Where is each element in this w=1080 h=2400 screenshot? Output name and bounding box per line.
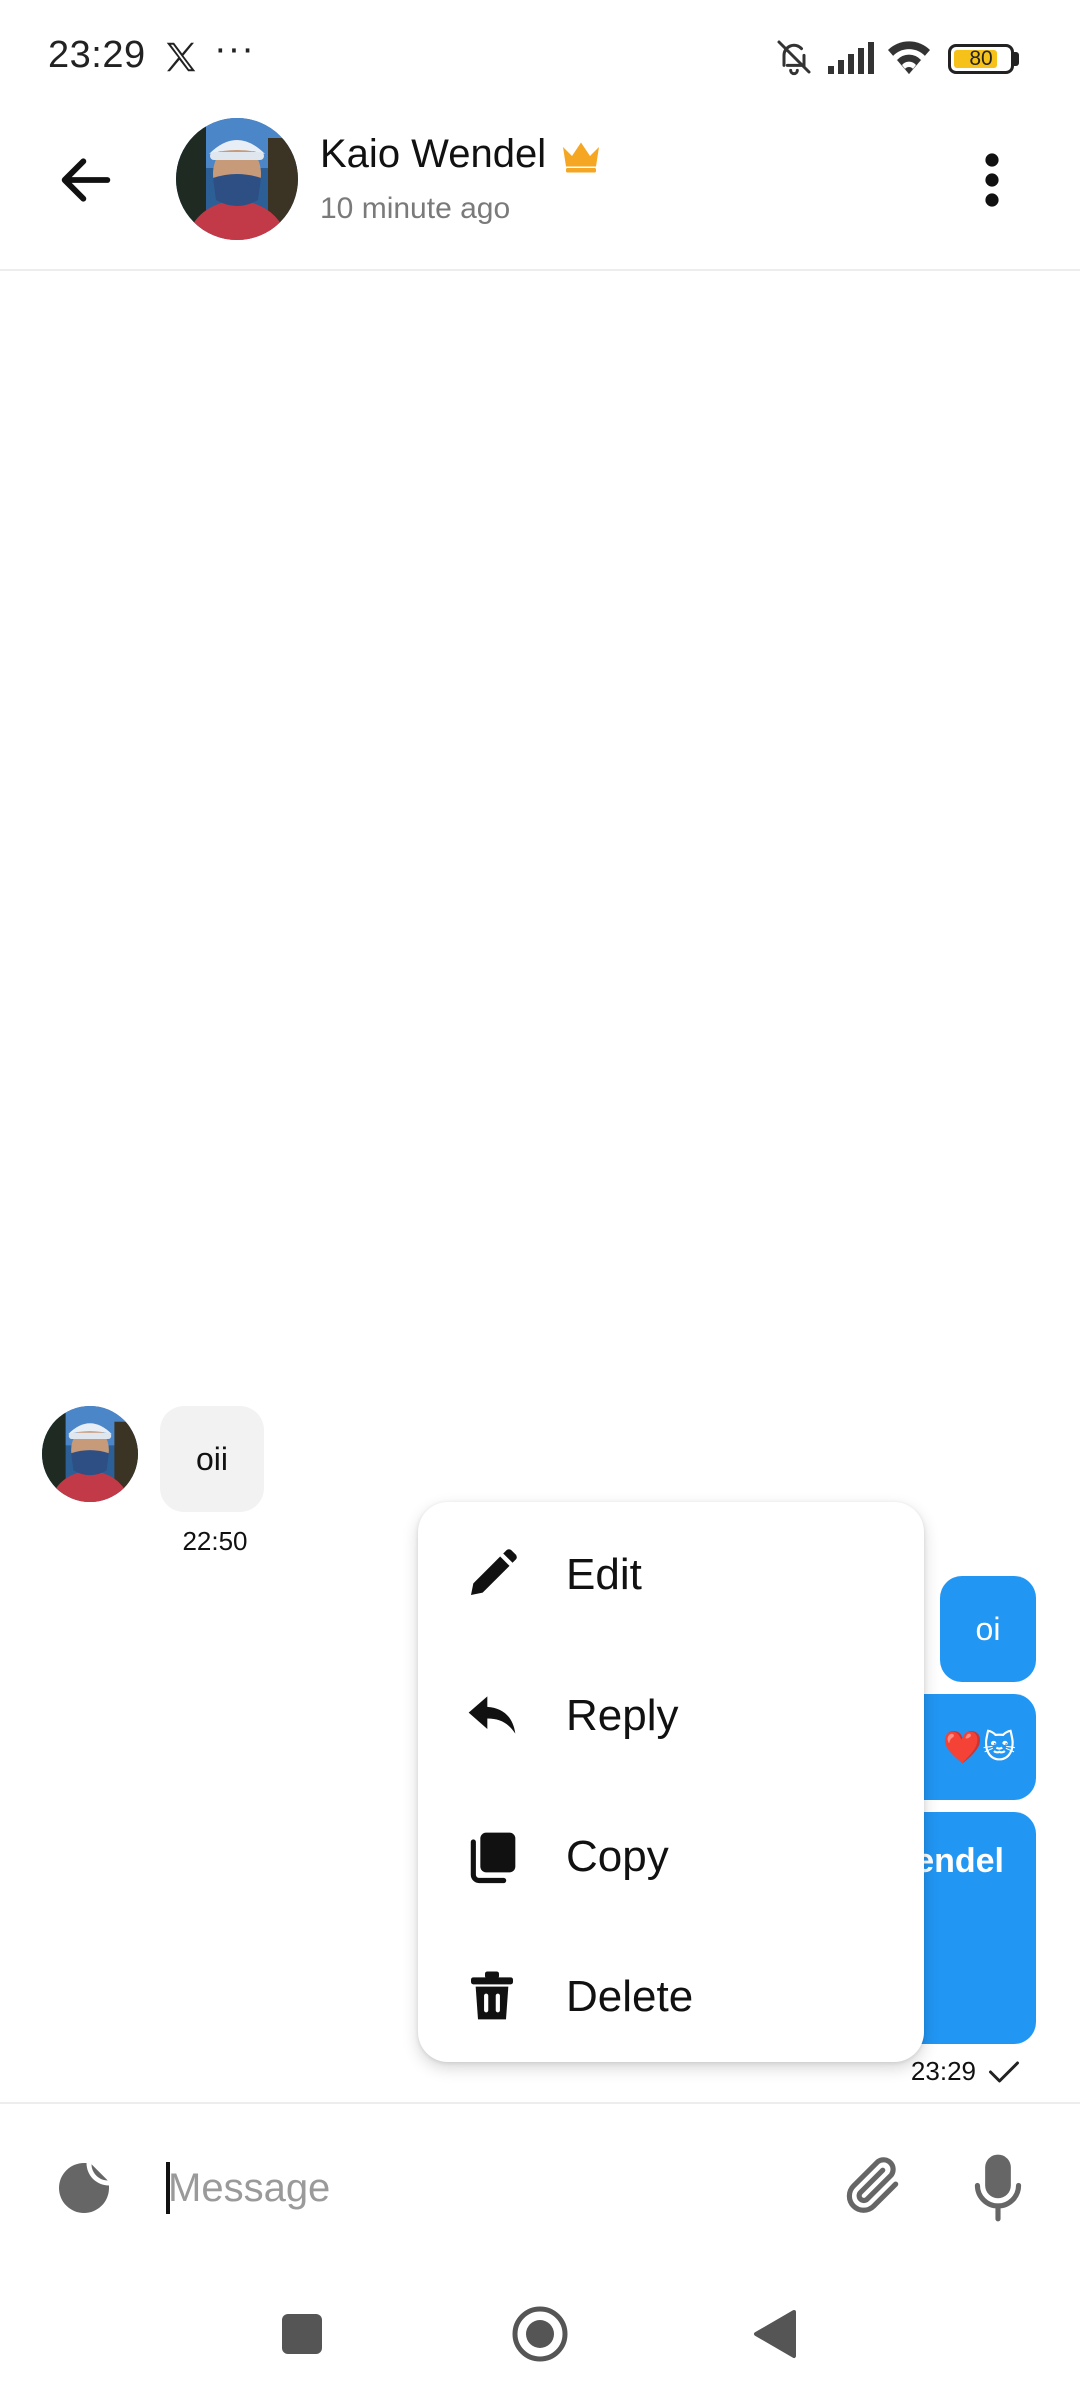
menu-item-label: Delete	[566, 1972, 694, 2021]
battery-percent: 80	[969, 47, 993, 70]
last-seen-status: 10 minute ago	[320, 192, 511, 225]
bell-off-icon	[777, 40, 811, 76]
menu-item-delete[interactable]: Delete	[418, 1926, 924, 2062]
contact-avatar[interactable]	[176, 118, 298, 240]
recents-icon[interactable]	[282, 2314, 322, 2354]
status-time: 23:29	[48, 34, 146, 76]
battery-tip	[1014, 52, 1019, 66]
signal-icon	[828, 42, 874, 74]
text-caret	[166, 2162, 170, 2214]
message-context-menu: Edit Reply Copy Delete	[418, 1502, 924, 2062]
contact-name[interactable]: Kaio Wendel	[320, 132, 546, 177]
header-divider	[0, 269, 1080, 271]
menu-item-copy[interactable]: Copy	[418, 1786, 924, 1926]
outgoing-message-bubble[interactable]: oi	[940, 1576, 1036, 1682]
arrow-left-icon[interactable]	[54, 148, 118, 212]
menu-item-label: Reply	[566, 1691, 679, 1740]
menu-item-edit[interactable]: Edit	[418, 1504, 924, 1644]
sticker-icon[interactable]	[54, 2158, 114, 2218]
more-vertical-icon[interactable]	[972, 150, 1012, 210]
trash-icon	[471, 1971, 513, 2020]
crown-icon	[563, 142, 599, 173]
composer-divider	[0, 2102, 1080, 2104]
x-logo-icon	[166, 42, 196, 72]
reply-icon	[468, 1696, 516, 1734]
battery-icon: 80	[948, 44, 1014, 74]
back-triangle-icon[interactable]	[752, 2308, 798, 2360]
status-bar: 23:29 ··· 80	[0, 0, 1080, 110]
incoming-message-time: 22:50	[182, 1526, 248, 1556]
avatar-photo	[176, 118, 298, 240]
home-icon[interactable]	[510, 2304, 570, 2364]
menu-item-reply[interactable]: Reply	[418, 1645, 924, 1785]
menu-item-label: Edit	[566, 1550, 642, 1599]
microphone-icon[interactable]	[972, 2152, 1024, 2224]
sender-avatar[interactable]	[42, 1406, 138, 1502]
avatar-photo	[42, 1406, 138, 1502]
notification-more-icon: ···	[214, 28, 255, 70]
paperclip-icon[interactable]	[844, 2154, 906, 2222]
copy-icon	[470, 1832, 516, 1884]
check-icon	[989, 2061, 1019, 2083]
pencil-icon	[471, 1549, 517, 1595]
message-input[interactable]	[166, 2150, 808, 2226]
wifi-icon	[888, 41, 930, 74]
menu-item-label: Copy	[566, 1832, 669, 1881]
incoming-message-bubble[interactable]: oii	[160, 1406, 264, 1512]
